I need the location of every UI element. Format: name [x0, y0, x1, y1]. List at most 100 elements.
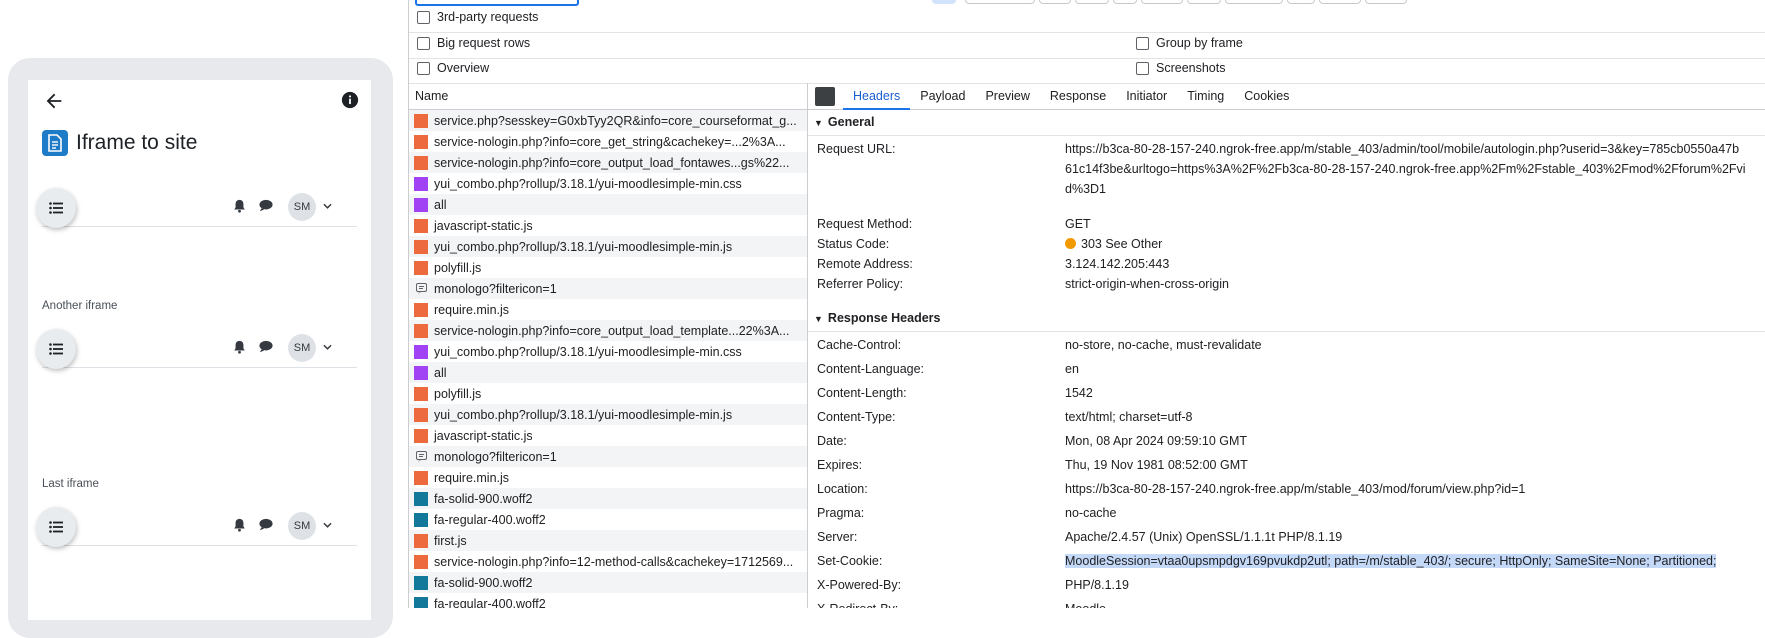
filter-type-button[interactable]	[1075, 0, 1109, 4]
checkbox-box[interactable]	[417, 10, 430, 24]
request-row[interactable]: yui_combo.php?rollup/3.18.1/yui-moodlesi…	[409, 404, 807, 425]
request-row[interactable]: service-nologin.php?info=core_get_string…	[409, 131, 807, 152]
stylesheet-icon	[414, 365, 428, 380]
bell-icon[interactable]	[233, 518, 246, 532]
filter-type-button[interactable]	[932, 0, 956, 4]
bell-icon[interactable]	[233, 199, 246, 213]
request-row[interactable]: monologo?filtericon=1	[409, 446, 807, 467]
tab-initiator[interactable]: Initiator	[1116, 83, 1177, 109]
header-value[interactable]: no-store, no-cache, must-revalidate	[1065, 338, 1262, 352]
header-key: Request Method:	[817, 217, 913, 231]
request-url-value[interactable]: https://b3ca-80-28-157-240.ngrok-free.ap…	[1065, 139, 1765, 199]
header-value[interactable]: 1542	[1065, 386, 1093, 400]
chat-bubble-icon[interactable]	[259, 518, 273, 531]
header-value[interactable]: text/html; charset=utf-8	[1065, 410, 1192, 424]
request-row[interactable]: yui_combo.php?rollup/3.18.1/yui-moodlesi…	[409, 173, 807, 194]
header-value[interactable]: MoodleSession=vtaa0upsmpdgv169pvukdp2utl…	[1065, 554, 1717, 568]
tab-payload[interactable]: Payload	[910, 83, 975, 109]
user-avatar[interactable]: SM	[288, 512, 316, 540]
collapse-triangle-icon: ▼	[814, 118, 823, 128]
header-value[interactable]: GET	[1065, 217, 1091, 231]
script-icon	[414, 260, 428, 275]
close-detail-button[interactable]	[815, 86, 835, 106]
request-row[interactable]: service-nologin.php?info=core_output_loa…	[409, 152, 807, 173]
info-icon[interactable]	[341, 91, 359, 109]
header-key: Location:	[817, 482, 868, 496]
drawer-toggle-button[interactable]	[36, 329, 76, 369]
tab-preview[interactable]: Preview	[975, 83, 1039, 109]
header-key: Content-Type:	[817, 410, 896, 424]
header-value[interactable]: https://b3ca-80-28-157-240.ngrok-free.ap…	[1065, 482, 1525, 496]
request-row[interactable]: javascript-static.js	[409, 425, 807, 446]
header-value[interactable]: en	[1065, 362, 1079, 376]
back-arrow-icon[interactable]	[43, 90, 65, 112]
request-row[interactable]: fa-regular-400.woff2	[409, 593, 807, 608]
header-value[interactable]: 3.124.142.205:443	[1065, 257, 1169, 271]
request-row[interactable]: service-nologin.php?info=core_output_loa…	[409, 320, 807, 341]
tab-timing[interactable]: Timing	[1177, 83, 1234, 109]
screenshots-checkbox[interactable]: Screenshots	[1136, 61, 1225, 75]
header-value[interactable]: Thu, 19 Nov 1981 08:52:00 GMT	[1065, 458, 1248, 472]
request-row[interactable]: yui_combo.php?rollup/3.18.1/yui-moodlesi…	[409, 341, 807, 362]
request-row[interactable]: service-nologin.php?info=12-method-calls…	[409, 551, 807, 572]
request-row[interactable]: javascript-static.js	[409, 215, 807, 236]
header-value[interactable]: Moodle	[1065, 602, 1106, 608]
user-avatar[interactable]: SM	[288, 334, 316, 362]
drawer-toggle-button[interactable]	[36, 507, 76, 547]
tab-headers[interactable]: Headers	[843, 83, 911, 110]
overview-checkbox[interactable]: Overview	[417, 61, 489, 75]
request-row[interactable]: all	[409, 194, 807, 215]
third-party-requests-checkbox[interactable]: 3rd-party requests	[417, 10, 538, 24]
request-row[interactable]: fa-solid-900.woff2	[409, 572, 807, 593]
checkbox-box[interactable]	[417, 61, 430, 75]
chevron-down-icon[interactable]	[323, 522, 332, 528]
header-value[interactable]: Mon, 08 Apr 2024 09:59:10 GMT	[1065, 434, 1247, 448]
user-avatar[interactable]: SM	[288, 193, 316, 221]
checkbox-box[interactable]	[1136, 61, 1149, 75]
tab-response[interactable]: Response	[1040, 83, 1116, 109]
filter-type-button[interactable]	[1225, 0, 1283, 4]
header-key: Remote Address:	[817, 257, 913, 271]
request-row[interactable]: monologo?filtericon=1	[409, 278, 807, 299]
chat-bubble-icon[interactable]	[259, 340, 273, 353]
filter-type-button[interactable]	[1141, 0, 1183, 4]
request-name: fa-solid-900.woff2	[434, 575, 533, 590]
request-row[interactable]: polyfill.js	[409, 383, 807, 404]
chevron-down-icon[interactable]	[323, 344, 332, 350]
request-row[interactable]: first.js	[409, 530, 807, 551]
request-row[interactable]: fa-solid-900.woff2	[409, 488, 807, 509]
request-row[interactable]: fa-regular-400.woff2	[409, 509, 807, 530]
chevron-down-icon[interactable]	[323, 203, 332, 209]
big-request-rows-checkbox[interactable]: Big request rows	[417, 36, 530, 50]
response-headers-section-header[interactable]: ▼ Response Headers	[808, 306, 1765, 332]
drawer-toggle-button[interactable]	[36, 188, 76, 228]
chat-bubble-icon[interactable]	[259, 199, 273, 212]
filter-type-button[interactable]	[1187, 0, 1221, 4]
request-row[interactable]: require.min.js	[409, 467, 807, 488]
request-row[interactable]: yui_combo.php?rollup/3.18.1/yui-moodlesi…	[409, 236, 807, 257]
filter-type-button[interactable]	[1113, 0, 1137, 4]
filter-type-button[interactable]	[1039, 0, 1071, 4]
script-icon	[414, 302, 428, 317]
header-value[interactable]: 303 See Other	[1065, 237, 1162, 251]
checkbox-box[interactable]	[417, 36, 430, 50]
filter-type-button[interactable]	[965, 0, 1035, 4]
request-row[interactable]: require.min.js	[409, 299, 807, 320]
filter-type-button[interactable]	[1287, 0, 1315, 4]
header-value[interactable]: Apache/2.4.57 (Unix) OpenSSL/1.1.1t PHP/…	[1065, 530, 1342, 544]
request-row[interactable]: polyfill.js	[409, 257, 807, 278]
tab-cookies[interactable]: Cookies	[1234, 83, 1299, 109]
filter-type-button[interactable]	[1365, 0, 1407, 4]
checkbox-box[interactable]	[1136, 36, 1149, 50]
request-row[interactable]: all	[409, 362, 807, 383]
general-section-header[interactable]: ▼ General	[808, 110, 1765, 136]
bell-icon[interactable]	[233, 340, 246, 354]
script-icon	[414, 239, 428, 254]
group-by-frame-checkbox[interactable]: Group by frame	[1136, 36, 1243, 50]
name-column-header[interactable]: Name	[409, 83, 807, 110]
header-value[interactable]: strict-origin-when-cross-origin	[1065, 277, 1229, 291]
header-value[interactable]: no-cache	[1065, 506, 1116, 520]
filter-type-button[interactable]	[1319, 0, 1361, 4]
header-value[interactable]: PHP/8.1.19	[1065, 578, 1129, 592]
request-row[interactable]: service.php?sesskey=G0xbTyy2QR&info=core…	[409, 110, 807, 131]
